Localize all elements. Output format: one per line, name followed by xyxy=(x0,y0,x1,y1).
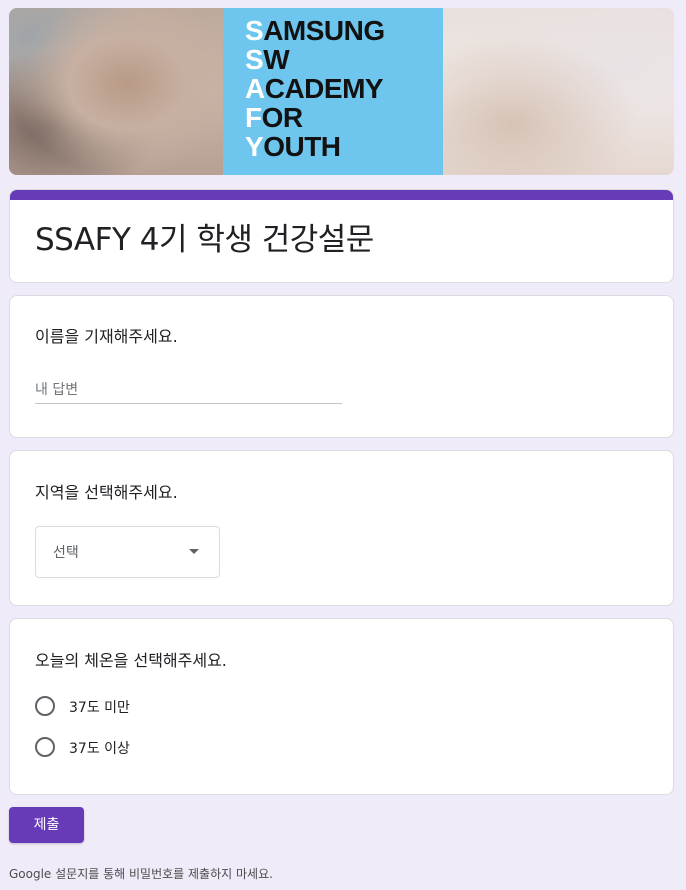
logo-line-3: ACADEMY xyxy=(245,73,384,104)
form-title-card: SSAFY 4기 학생 건강설문 xyxy=(9,189,674,283)
dropdown-arrow-icon xyxy=(189,549,199,554)
submit-button[interactable]: 제출 xyxy=(9,807,84,843)
radio-button-icon[interactable] xyxy=(35,696,55,716)
question-label-temperature: 오늘의 체온을 선택해주세요. xyxy=(35,651,227,670)
question-label-region: 지역을 선택해주세요. xyxy=(35,483,178,502)
logo-line-2: SW xyxy=(245,44,290,75)
password-warning-note: Google 설문지를 통해 비밀번호를 제출하지 마세요. xyxy=(9,867,273,881)
ssafy-logo: SAMSUNG SW ACADEMY FOR YOUTH xyxy=(223,8,443,175)
title-accent-bar xyxy=(10,190,673,200)
logo-line-5: YOUTH xyxy=(245,131,341,162)
radio-button-icon[interactable] xyxy=(35,737,55,757)
question-card-temperature: 오늘의 체온을 선택해주세요. 37도 미만 37도 이상 xyxy=(9,618,674,795)
banner-photo-left xyxy=(9,8,224,175)
radio-option-label: 37도 이상 xyxy=(69,741,130,757)
region-dropdown-value: 선택 xyxy=(53,545,79,561)
name-answer-input[interactable]: 내 답변 xyxy=(35,376,342,404)
banner-photo-right xyxy=(442,8,674,175)
logo-line-1: SAMSUNG xyxy=(245,15,385,46)
form-title: SSAFY 4기 학생 건강설문 xyxy=(35,222,374,258)
region-dropdown[interactable]: 선택 xyxy=(35,526,220,578)
question-label-name: 이름을 기재해주세요. xyxy=(35,327,178,346)
header-banner-image: SAMSUNG SW ACADEMY FOR YOUTH xyxy=(9,8,674,175)
question-card-name: 이름을 기재해주세요. 내 답변 xyxy=(9,295,674,438)
logo-line-4: FOR xyxy=(245,102,303,133)
radio-option-label: 37도 미만 xyxy=(69,700,130,716)
form-page: SAMSUNG SW ACADEMY FOR YOUTH SSAFY 4기 학생… xyxy=(9,8,674,881)
name-answer-placeholder: 내 답변 xyxy=(35,382,79,398)
question-card-region: 지역을 선택해주세요. 선택 xyxy=(9,450,674,606)
